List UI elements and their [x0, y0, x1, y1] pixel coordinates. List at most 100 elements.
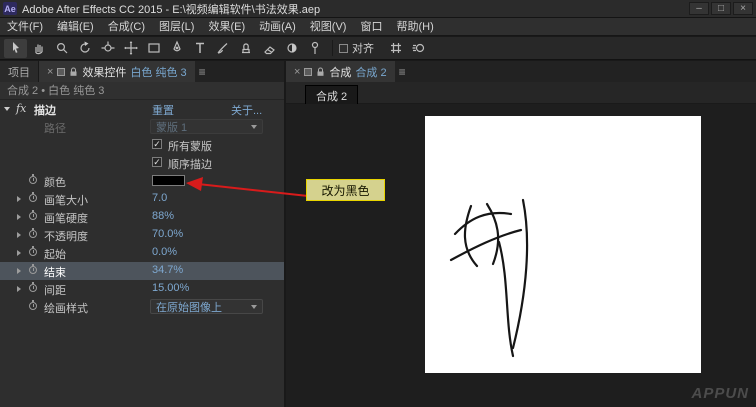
- lock-icon[interactable]: [69, 67, 78, 77]
- stopwatch-icon[interactable]: [29, 212, 38, 221]
- mask-shape-tool-icon[interactable]: [142, 39, 165, 58]
- tab-close-icon[interactable]: ×: [47, 66, 53, 78]
- menu-layer[interactable]: 图层(L): [152, 18, 201, 36]
- stopwatch-icon[interactable]: [29, 266, 38, 275]
- row-end-label: 结束: [44, 264, 66, 280]
- color-swatch[interactable]: [152, 175, 185, 186]
- hand-tool-icon[interactable]: [27, 39, 50, 58]
- tab-project[interactable]: 项目: [0, 61, 39, 82]
- menu-animation[interactable]: 动画(A): [252, 18, 303, 36]
- menu-effect[interactable]: 效果(E): [201, 18, 252, 36]
- row-start-label: 起始: [44, 246, 66, 262]
- menu-edit[interactable]: 编辑(E): [50, 18, 101, 36]
- stopwatch-icon[interactable]: [29, 284, 38, 293]
- tool-bar: 对齐: [0, 37, 756, 60]
- composition-panel: × 合成 合成 2 ≡ 合成 2: [286, 61, 756, 407]
- snap-label: 对齐: [352, 40, 374, 56]
- spacing-value[interactable]: 15.00%: [152, 282, 189, 294]
- row-brush-size[interactable]: 画笔大小 7.0: [0, 190, 284, 208]
- viewer-toolbar: 合成 2: [286, 82, 756, 104]
- effect-rows: fx 描边 重置 关于... 路径 蒙版 1 ✓ 所有蒙版 ✓ 顺序描边 颜色: [0, 100, 284, 316]
- menu-composition[interactable]: 合成(C): [101, 18, 152, 36]
- clone-stamp-tool-icon[interactable]: [234, 39, 257, 58]
- row-brush-size-label: 画笔大小: [44, 192, 88, 208]
- effect-header-row[interactable]: fx 描边 重置 关于...: [0, 100, 284, 118]
- maximize-button[interactable]: □: [711, 2, 731, 15]
- stopwatch-icon[interactable]: [29, 230, 38, 239]
- close-button[interactable]: ×: [733, 2, 753, 15]
- brush-hardness-value[interactable]: 88%: [152, 210, 174, 222]
- all-masks-label: 所有蒙版: [168, 138, 212, 154]
- row-all-masks[interactable]: ✓ 所有蒙版: [0, 136, 284, 154]
- zoom-tool-icon[interactable]: [50, 39, 73, 58]
- minimize-button[interactable]: –: [689, 2, 709, 15]
- selection-tool-icon[interactable]: [4, 39, 27, 58]
- tab-close-icon[interactable]: ×: [294, 66, 300, 78]
- row-path[interactable]: 路径 蒙版 1: [0, 118, 284, 136]
- path-dropdown[interactable]: 蒙版 1: [150, 119, 263, 134]
- workspace-grid-icon[interactable]: [384, 39, 407, 58]
- tab-composition-label: 合成: [329, 64, 351, 80]
- twirl-right-icon[interactable]: [17, 214, 21, 220]
- eraser-tool-icon[interactable]: [257, 39, 280, 58]
- row-brush-hardness-label: 画笔硬度: [44, 210, 88, 226]
- row-paint-style[interactable]: 绘画样式 在原始图像上: [0, 298, 284, 316]
- tab-effect-controls[interactable]: × 效果控件 白色 纯色 3: [39, 61, 195, 82]
- menu-help[interactable]: 帮助(H): [389, 18, 440, 36]
- puppet-pin-tool-icon[interactable]: [303, 39, 326, 58]
- roto-brush-tool-icon[interactable]: [280, 39, 303, 58]
- row-color[interactable]: 颜色: [0, 172, 284, 190]
- about-link[interactable]: 关于...: [231, 102, 262, 118]
- composition-canvas[interactable]: [425, 116, 701, 373]
- twirl-right-icon[interactable]: [17, 268, 21, 274]
- row-path-label: 路径: [44, 120, 66, 136]
- panel-menu-icon[interactable]: ≡: [199, 65, 206, 79]
- menu-file[interactable]: 文件(F): [0, 18, 50, 36]
- stopwatch-icon[interactable]: [29, 302, 38, 311]
- stopwatch-icon[interactable]: [29, 176, 38, 185]
- stroke-sequentially-checkbox[interactable]: ✓: [152, 157, 162, 167]
- stopwatch-icon[interactable]: [29, 248, 38, 257]
- twirl-right-icon[interactable]: [17, 250, 21, 256]
- row-end[interactable]: 结束 34.7%: [0, 262, 284, 280]
- chevron-down-icon: [251, 125, 257, 129]
- rotation-tool-icon[interactable]: [73, 39, 96, 58]
- window-title: Adobe After Effects CC 2015 - E:\视频编辑软件\…: [22, 1, 320, 17]
- panel-menu-icon[interactable]: ≡: [399, 65, 406, 79]
- row-brush-hardness[interactable]: 画笔硬度 88%: [0, 208, 284, 226]
- end-value[interactable]: 34.7%: [152, 264, 183, 276]
- stopwatch-icon[interactable]: [29, 194, 38, 203]
- menu-bar: 文件(F) 编辑(E) 合成(C) 图层(L) 效果(E) 动画(A) 视图(V…: [0, 18, 756, 36]
- composition-viewer[interactable]: [286, 104, 756, 407]
- type-tool-icon[interactable]: [188, 39, 211, 58]
- start-value[interactable]: 0.0%: [152, 246, 177, 258]
- motion-blur-icon[interactable]: [407, 39, 430, 58]
- app-icon: Ae: [3, 2, 17, 15]
- twirl-right-icon[interactable]: [17, 286, 21, 292]
- row-spacing[interactable]: 间距 15.00%: [0, 280, 284, 298]
- fx-badge[interactable]: fx: [16, 102, 26, 115]
- tab-composition[interactable]: × 合成 合成 2: [286, 61, 395, 82]
- opacity-value[interactable]: 70.0%: [152, 228, 183, 240]
- row-opacity[interactable]: 不透明度 70.0%: [0, 226, 284, 244]
- row-start[interactable]: 起始 0.0%: [0, 244, 284, 262]
- reset-link[interactable]: 重置: [152, 102, 174, 118]
- brush-size-value[interactable]: 7.0: [152, 192, 167, 204]
- twirl-right-icon[interactable]: [17, 232, 21, 238]
- annotation-change-to-black: 改为黑色: [306, 179, 385, 201]
- row-stroke-sequentially[interactable]: ✓ 顺序描边: [0, 154, 284, 172]
- row-color-label: 颜色: [44, 174, 66, 190]
- menu-window[interactable]: 窗口: [353, 18, 389, 36]
- pen-tool-icon[interactable]: [165, 39, 188, 58]
- camera-tool-icon[interactable]: [96, 39, 119, 58]
- toolbar-separator: [332, 40, 333, 56]
- twirl-right-icon[interactable]: [17, 196, 21, 202]
- twirl-down-icon[interactable]: [4, 107, 10, 111]
- pan-behind-tool-icon[interactable]: [119, 39, 142, 58]
- snap-checkbox[interactable]: [339, 44, 348, 53]
- all-masks-checkbox[interactable]: ✓: [152, 139, 162, 149]
- lock-icon[interactable]: [316, 67, 325, 77]
- brush-tool-icon[interactable]: [211, 39, 234, 58]
- menu-view[interactable]: 视图(V): [303, 18, 354, 36]
- paint-style-dropdown[interactable]: 在原始图像上: [150, 299, 263, 314]
